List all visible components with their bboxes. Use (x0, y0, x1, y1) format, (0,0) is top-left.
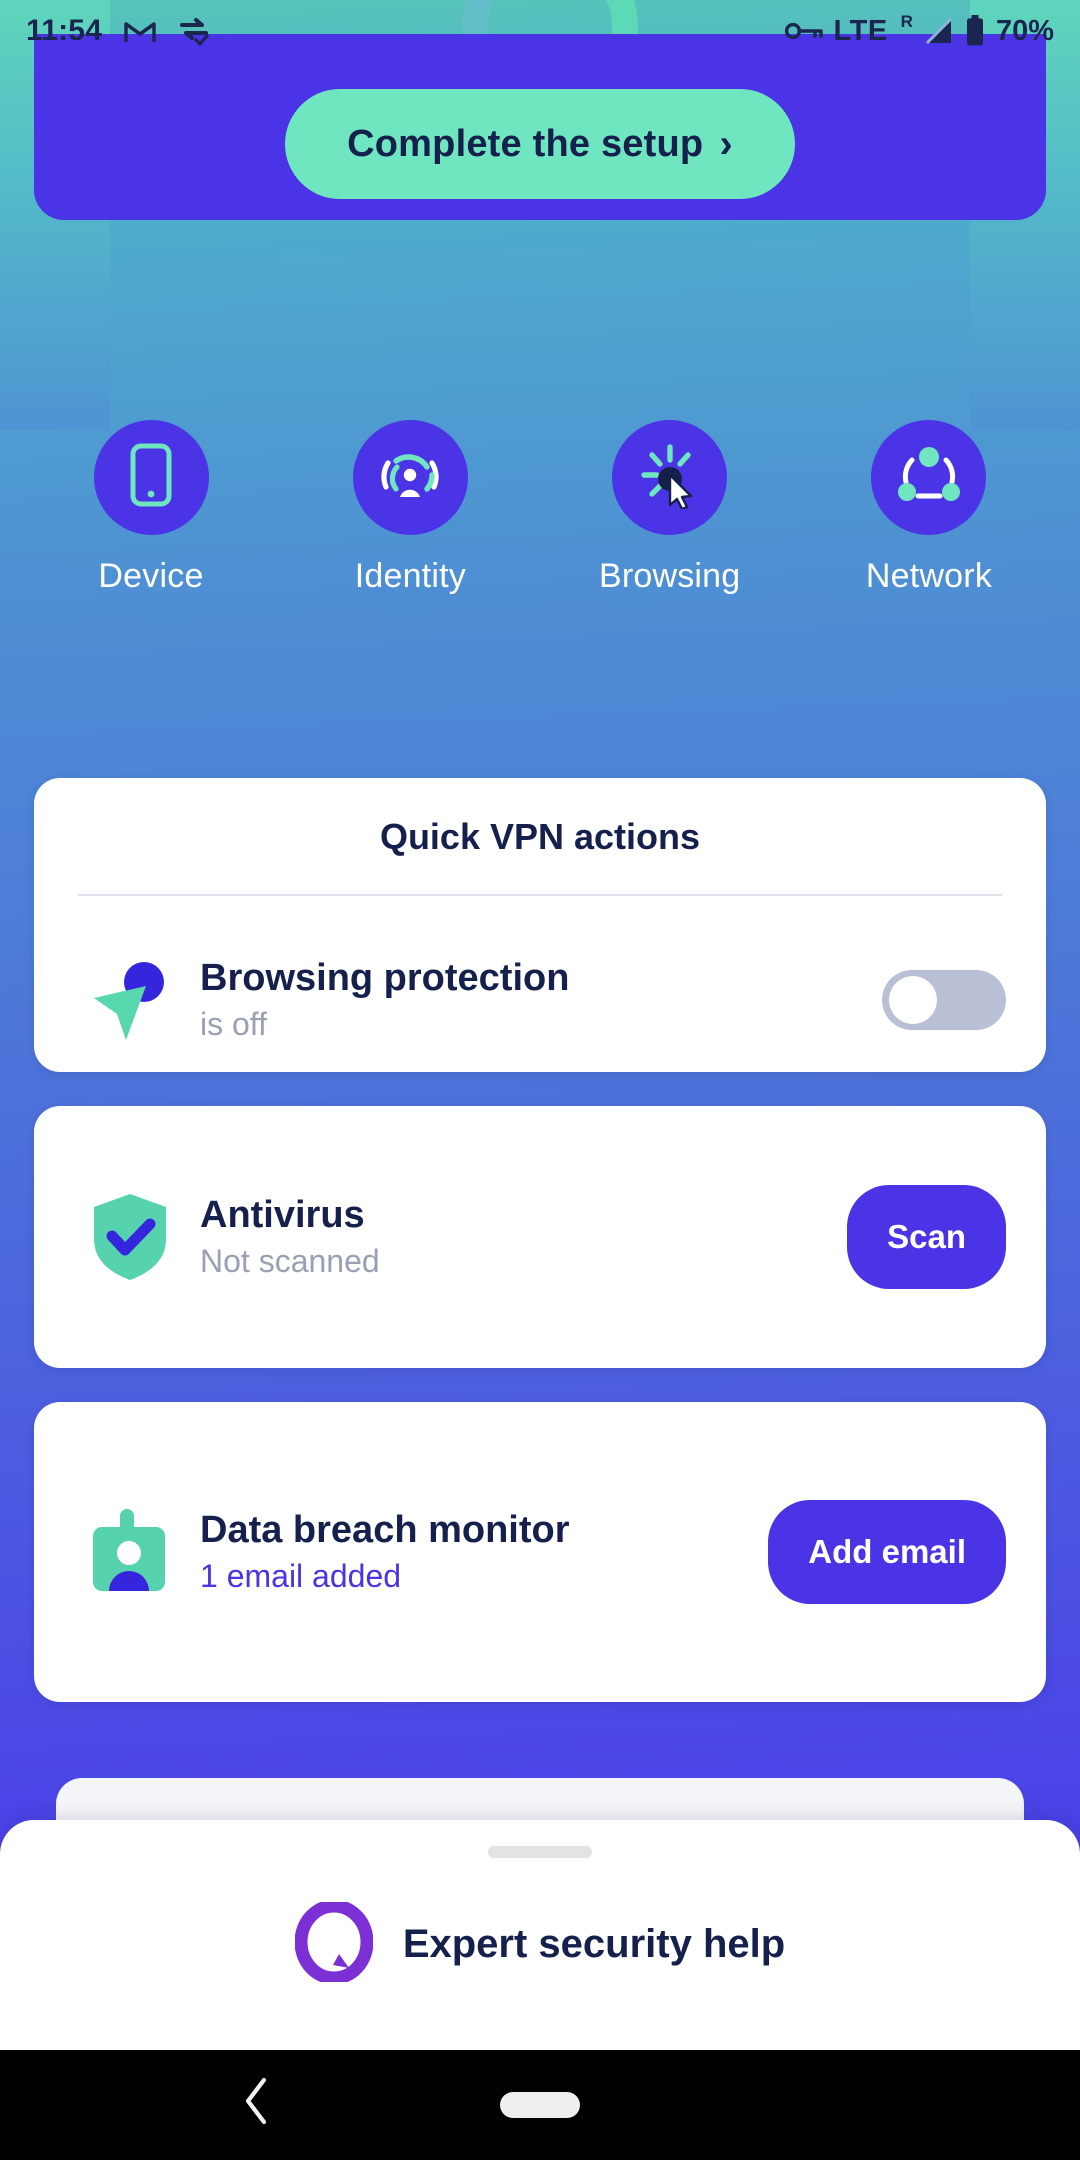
antivirus-title: Antivirus (200, 1193, 365, 1236)
category-icon-bg-identity (352, 420, 468, 535)
key-icon (784, 21, 823, 41)
app-screen: 11:54 LTE R 70% Complete the setup › Dev… (0, 0, 1080, 2160)
antivirus-row: Antivirus Not scanned Scan (34, 1106, 1046, 1368)
back-chevron-icon[interactable] (240, 2076, 274, 2134)
add-email-button[interactable]: Add email (768, 1500, 1006, 1604)
antivirus-text: Antivirus Not scanned (186, 1194, 847, 1280)
complete-setup-button[interactable]: Complete the setup › (285, 89, 795, 199)
home-pill-icon[interactable] (500, 2092, 580, 2118)
id-badge-icon (74, 1505, 186, 1599)
battery-percentage: 70% (995, 14, 1054, 47)
chevron-right-icon: › (719, 122, 733, 166)
bottom-sheet: Expert security help (0, 1820, 1080, 2050)
navigation-arrow-icon (74, 952, 186, 1048)
quick-vpn-actions-title: Quick VPN actions (379, 816, 701, 857)
smartphone-icon (124, 442, 178, 513)
antivirus-status: Not scanned (200, 1243, 380, 1280)
status-bar: 11:54 LTE R 70% (0, 0, 1080, 62)
browsing-protection-row[interactable]: Browsing protection is off (34, 928, 1046, 1072)
category-label-browsing: Browsing (598, 557, 741, 595)
scan-button[interactable]: Scan (847, 1185, 1006, 1289)
complete-setup-label: Complete the setup (347, 122, 704, 165)
data-breach-monitor-status: 1 email added (200, 1558, 402, 1595)
status-bar-left: 11:54 (26, 14, 210, 48)
status-bar-right: LTE R 70% (784, 12, 1054, 48)
category-icon-bg-browsing (612, 420, 728, 535)
category-item-identity[interactable]: Identity (315, 420, 505, 596)
battery-icon (965, 15, 985, 47)
category-label-identity: Identity (354, 557, 466, 595)
chat-bubble-ring-icon (294, 1899, 374, 1987)
gmail-icon (124, 18, 156, 44)
cursor-click-icon (636, 441, 704, 514)
data-breach-monitor-row: Data breach monitor 1 email added Add em… (34, 1402, 1046, 1702)
android-navigation-bar (0, 2050, 1080, 2160)
category-label-network: Network (865, 557, 993, 595)
browsing-protection-status: is off (200, 1006, 267, 1043)
browsing-protection-title: Browsing protection (200, 956, 570, 999)
quick-vpn-actions-card: Quick VPN actions Browsing protection is… (34, 778, 1046, 1072)
signal-triangle-icon (922, 16, 954, 46)
toggle-knob (889, 976, 937, 1024)
status-bar-clock: 11:54 (26, 14, 103, 47)
category-row: Device Identity Browsing Network (0, 420, 1080, 596)
browsing-protection-toggle[interactable] (882, 970, 1006, 1030)
expert-security-help-row[interactable]: Expert security help (0, 1899, 1080, 1987)
expert-security-help-label: Expert security help (402, 1922, 786, 1966)
antivirus-card: Antivirus Not scanned Scan (34, 1106, 1046, 1368)
browsing-protection-text: Browsing protection is off (186, 957, 882, 1043)
app-sync-icon (178, 16, 210, 46)
data-breach-monitor-text: Data breach monitor 1 email added (186, 1509, 768, 1595)
data-breach-monitor-title: Data breach monitor (200, 1508, 570, 1551)
category-icon-bg-device (93, 420, 209, 535)
category-label-device: Device (98, 557, 204, 595)
data-breach-monitor-card: Data breach monitor 1 email added Add em… (34, 1402, 1046, 1702)
category-item-network[interactable]: Network (834, 420, 1024, 596)
category-item-browsing[interactable]: Browsing (575, 420, 765, 596)
roaming-indicator: R (900, 12, 913, 31)
network-type-label: LTE (833, 14, 888, 47)
shield-check-icon (74, 1191, 186, 1283)
category-item-device[interactable]: Device (56, 420, 246, 596)
network-nodes-icon (896, 444, 962, 511)
bottom-sheet-drag-handle[interactable] (488, 1846, 592, 1858)
identity-fingerprint-icon (376, 441, 444, 514)
category-icon-bg-network (871, 420, 987, 535)
card-divider (78, 894, 1002, 896)
